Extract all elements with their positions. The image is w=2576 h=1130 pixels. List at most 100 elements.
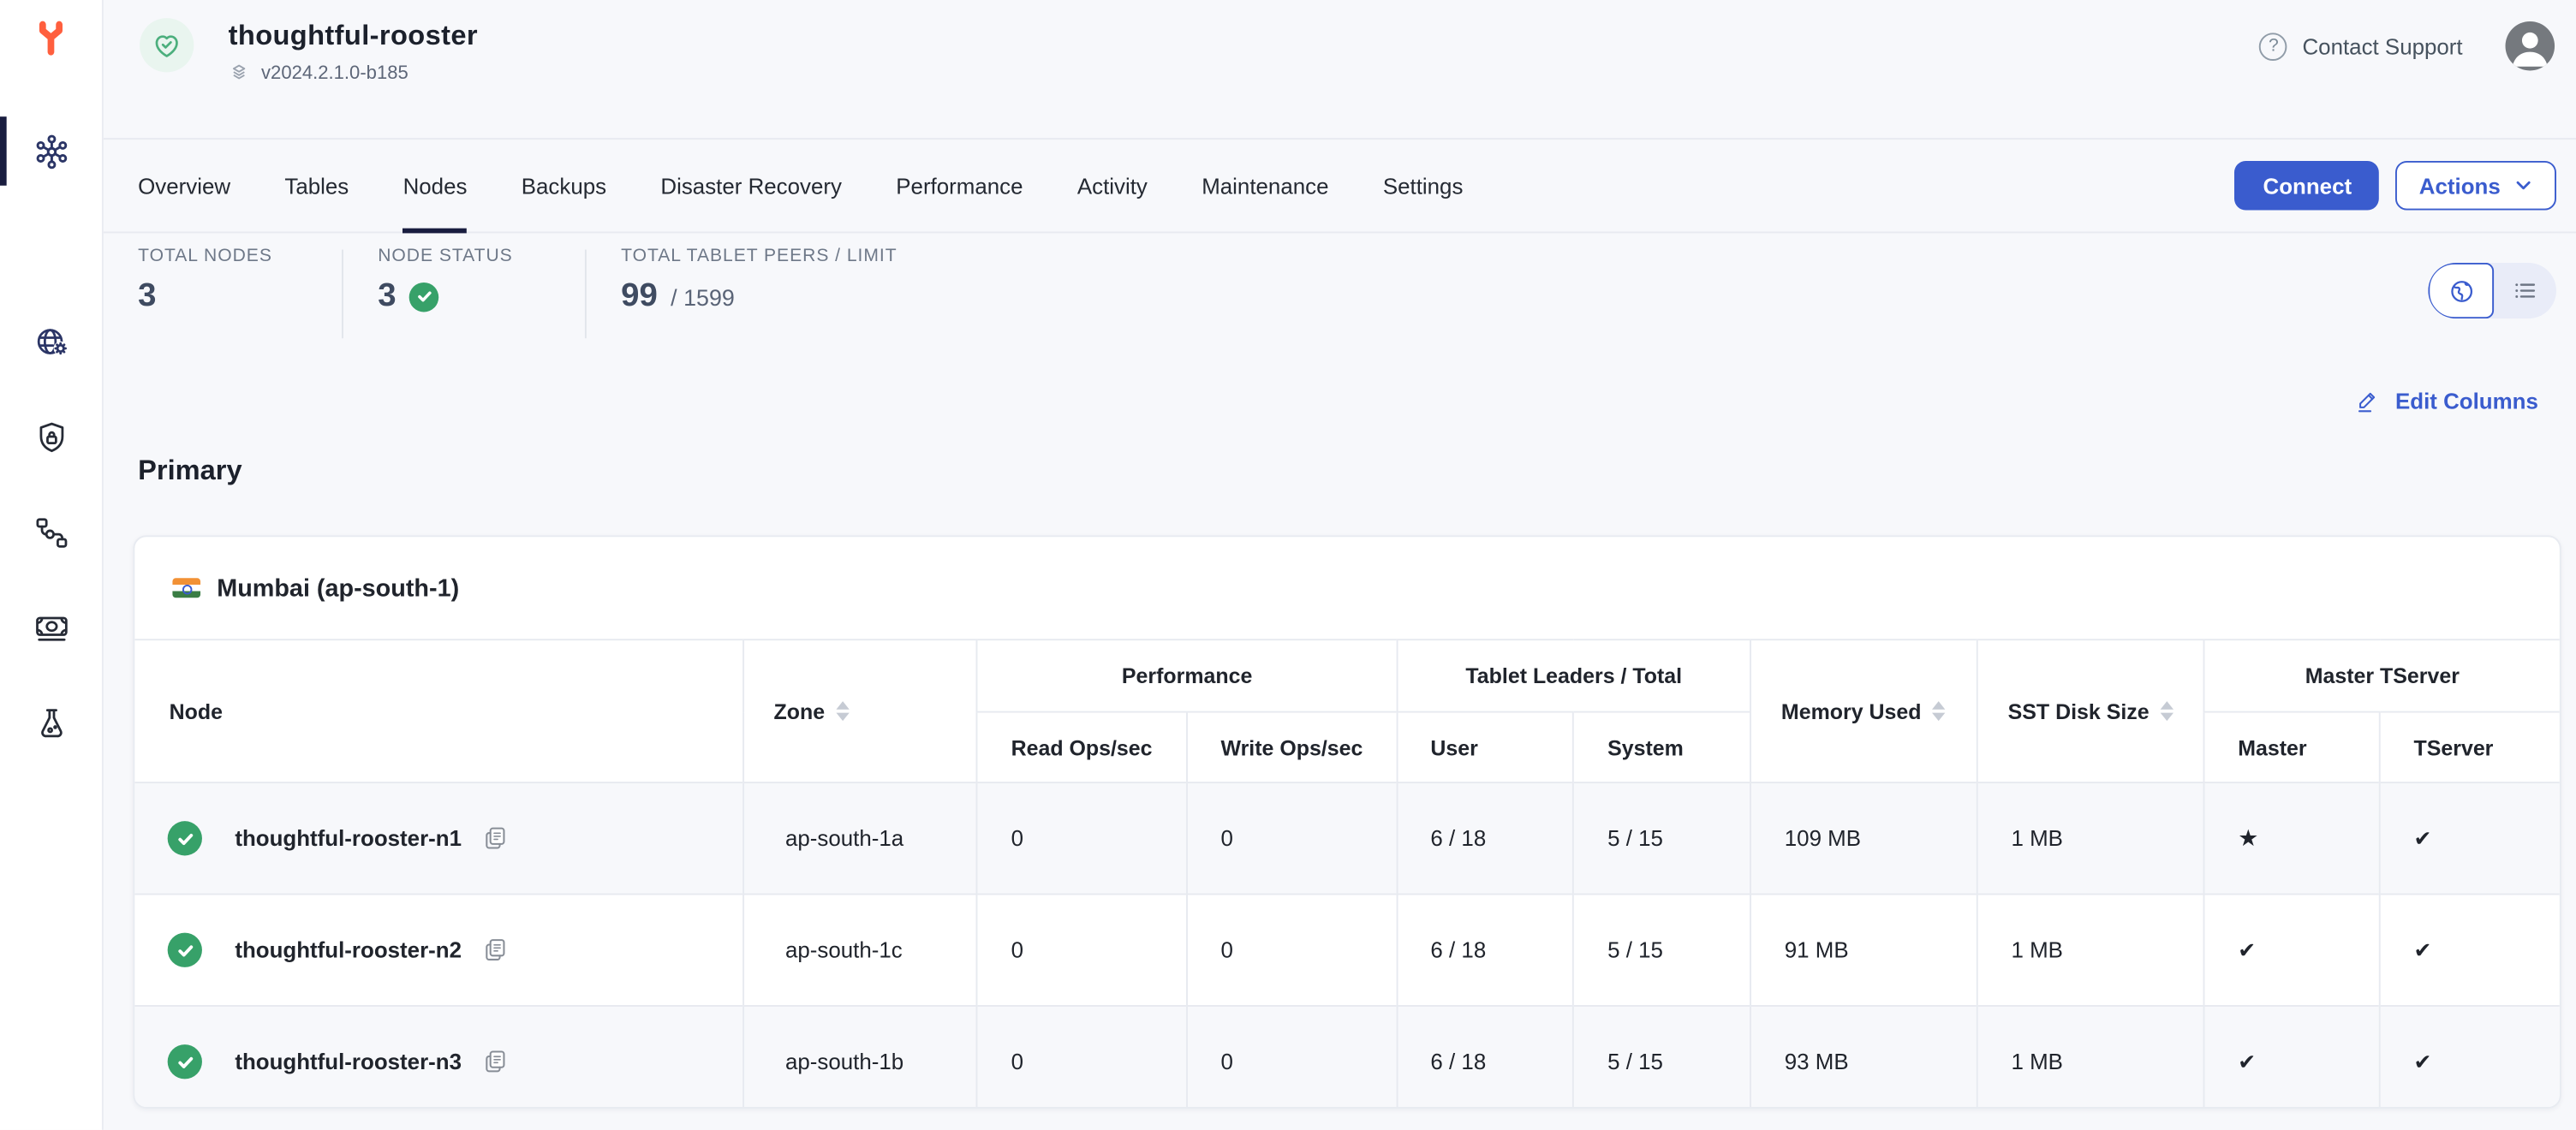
copy-icon[interactable] xyxy=(481,936,510,964)
tab-disaster-recovery[interactable]: Disaster Recovery xyxy=(660,140,842,231)
write-ops-cell: 0 xyxy=(1187,895,1397,1006)
memory-used-cell: 109 MB xyxy=(1750,782,1977,894)
node-name: thoughtful-rooster-n2 xyxy=(235,937,462,962)
edit-columns-button[interactable]: Edit Columns xyxy=(2354,388,2538,416)
healthy-check-icon xyxy=(409,282,439,312)
stat-value: 3 xyxy=(378,277,396,315)
contact-support-link[interactable]: ? Contact Support xyxy=(2260,32,2463,60)
connect-button[interactable]: Connect xyxy=(2235,161,2380,211)
actions-button[interactable]: Actions xyxy=(2396,161,2556,211)
tab-backups[interactable]: Backups xyxy=(522,140,606,231)
stat-label: TOTAL NODES xyxy=(138,247,342,266)
sidebar-item-billing[interactable] xyxy=(0,580,102,675)
copy-icon[interactable] xyxy=(481,824,510,853)
list-view-button[interactable] xyxy=(2494,263,2556,318)
sort-icon[interactable] xyxy=(1933,701,1946,721)
map-view-button[interactable] xyxy=(2428,263,2494,318)
user-tablets-cell: 6 / 18 xyxy=(1397,1006,1574,1109)
sidebar-item-alerts[interactable] xyxy=(0,199,102,294)
contact-support-label: Contact Support xyxy=(2302,33,2462,58)
read-ops-cell: 0 xyxy=(977,895,1187,1006)
sst-disk-cell: 1 MB xyxy=(1977,1006,2204,1109)
stat-value: 3 xyxy=(138,277,156,315)
node-name: thoughtful-rooster-n3 xyxy=(235,1050,462,1074)
layers-icon xyxy=(229,62,250,84)
zone-cell: ap-south-1c xyxy=(743,895,977,1006)
cluster-stats: TOTAL NODES 3 NODE STATUS 3 TOTAL TABLET… xyxy=(138,247,897,338)
stat-label: NODE STATUS xyxy=(378,247,585,266)
tserver-cell: ✔ xyxy=(2380,1006,2560,1109)
tab-activity[interactable]: Activity xyxy=(1077,140,1148,231)
stat-total-nodes: TOTAL NODES 3 xyxy=(138,247,342,316)
stat-tablet-peers: TOTAL TABLET PEERS / LIMIT 99 / 1599 xyxy=(621,247,897,316)
version-label: v2024.2.1.0-b185 xyxy=(261,63,408,83)
column-header-sst-disk-size[interactable]: SST Disk Size xyxy=(1977,639,2204,782)
divider xyxy=(585,250,587,339)
sidebar-nav xyxy=(0,104,102,770)
column-header-write-ops: Write Ops/sec xyxy=(1187,712,1397,782)
divider xyxy=(342,250,343,339)
tab-bar-tabs: Overview Tables Nodes Backups Disaster Recov… xyxy=(138,140,1518,231)
sst-disk-cell: 1 MB xyxy=(1977,895,2204,1006)
column-header-node: Node xyxy=(134,639,743,782)
copy-icon[interactable] xyxy=(481,1048,510,1076)
tab-bar: Overview Tables Nodes Backups Disaster Recov… xyxy=(104,140,2576,233)
edit-columns-label: Edit Columns xyxy=(2395,390,2538,414)
master-cell: ✔ xyxy=(2204,895,2380,1006)
sst-disk-cell: 1 MB xyxy=(1977,782,2204,894)
sort-icon[interactable] xyxy=(2161,701,2174,721)
node-status-icon xyxy=(168,933,202,967)
column-group-master-tserver: Master TServer xyxy=(2204,639,2560,711)
sidebar-item-labs[interactable] xyxy=(0,675,102,770)
column-header-system: System xyxy=(1574,712,1751,782)
node-status-icon xyxy=(168,821,202,855)
memory-used-cell: 93 MB xyxy=(1750,1006,1977,1109)
chevron-down-icon xyxy=(2513,175,2533,195)
tab-overview[interactable]: Overview xyxy=(138,140,230,231)
column-header-tserver: TServer xyxy=(2380,712,2560,782)
user-tablets-cell: 6 / 18 xyxy=(1397,895,1574,1006)
app-root: thoughtful-rooster v2024.2.1.0-b185 xyxy=(0,0,2576,1130)
sort-icon[interactable] xyxy=(837,701,850,721)
tab-settings[interactable]: Settings xyxy=(1383,140,1464,231)
node-name: thoughtful-rooster-n1 xyxy=(235,826,462,851)
system-tablets-cell: 5 / 15 xyxy=(1574,782,1751,894)
tab-maintenance[interactable]: Maintenance xyxy=(1202,140,1328,231)
main-area: thoughtful-rooster v2024.2.1.0-b185 xyxy=(104,0,2576,1130)
pencil-icon xyxy=(2354,388,2382,416)
india-flag-icon xyxy=(172,578,200,598)
section-title: Primary xyxy=(138,455,242,487)
column-group-performance: Performance xyxy=(977,639,1397,711)
user-tablets-cell: 6 / 18 xyxy=(1397,782,1574,894)
nodes-table: Node Zone Performance Tablet Leaders / T… xyxy=(134,639,2560,1109)
memory-used-cell: 91 MB xyxy=(1750,895,1977,1006)
tab-tables[interactable]: Tables xyxy=(284,140,349,231)
help-icon: ? xyxy=(2260,32,2288,60)
system-tablets-cell: 5 / 15 xyxy=(1574,895,1751,1006)
stat-limit: / 1599 xyxy=(671,284,735,311)
stat-label: TOTAL TABLET PEERS / LIMIT xyxy=(621,247,897,266)
column-header-memory-used[interactable]: Memory Used xyxy=(1750,639,1977,782)
zone-cell: ap-south-1b xyxy=(743,1006,977,1109)
tab-nodes[interactable]: Nodes xyxy=(403,140,468,231)
tserver-cell: ✔ xyxy=(2380,782,2560,894)
system-tablets-cell: 5 / 15 xyxy=(1574,1006,1751,1109)
actions-button-label: Actions xyxy=(2419,173,2501,198)
zone-cell: ap-south-1a xyxy=(743,782,977,894)
column-header-user: User xyxy=(1397,712,1574,782)
sidebar-item-clusters[interactable] xyxy=(0,104,102,199)
master-cell: ✔ xyxy=(2204,1006,2380,1109)
list-icon xyxy=(2510,276,2540,306)
region-card: Mumbai (ap-south-1) Node Zone xyxy=(133,535,2561,1109)
cluster-header: thoughtful-rooster v2024.2.1.0-b185 xyxy=(104,0,2576,140)
column-header-zone[interactable]: Zone xyxy=(743,639,977,782)
stat-node-status: NODE STATUS 3 xyxy=(378,247,585,316)
sidebar-item-network[interactable] xyxy=(0,294,102,389)
yugabyte-logo-icon[interactable] xyxy=(33,18,69,68)
write-ops-cell: 0 xyxy=(1187,1006,1397,1109)
sidebar-item-security[interactable] xyxy=(0,390,102,485)
sidebar-item-integrations[interactable] xyxy=(0,485,102,580)
tab-performance[interactable]: Performance xyxy=(896,140,1023,231)
user-avatar[interactable] xyxy=(2506,21,2555,71)
globe-icon xyxy=(2445,275,2476,306)
